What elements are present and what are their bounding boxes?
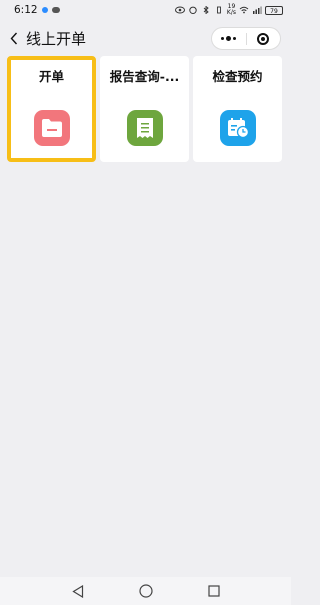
status-right: 19 K/s 79 [174, 4, 283, 16]
network-speed: 19 K/s [227, 4, 236, 16]
square-recents-icon [207, 585, 220, 597]
card-label: 开单 [38, 69, 64, 84]
bluetooth-icon [203, 6, 209, 14]
wifi-icon [239, 6, 249, 14]
nav-bar: 线上开单 [0, 22, 291, 54]
location-icon [41, 7, 48, 13]
card-report-query[interactable]: 报告查询-... [100, 56, 189, 162]
circle-home-icon [138, 584, 153, 598]
chevron-left-icon [10, 32, 18, 44]
card-exam-booking[interactable]: 检查预约 [193, 56, 282, 162]
status-left: 6:12 [14, 4, 60, 16]
signal-icon [253, 6, 262, 14]
system-nav-bar [0, 577, 291, 605]
system-back-button[interactable] [68, 581, 88, 601]
card-label: 报告查询-... [109, 69, 180, 84]
status-time: 6:12 [14, 4, 38, 16]
receipt-icon [126, 110, 163, 146]
folder-icon [33, 110, 70, 146]
page-title: 线上开单 [26, 29, 87, 48]
close-target-icon [257, 32, 270, 45]
vibrate-icon [216, 6, 221, 14]
system-recents-button[interactable] [204, 581, 224, 601]
close-button[interactable] [247, 28, 281, 49]
back-button[interactable] [4, 22, 24, 54]
calendar-clock-icon [219, 110, 256, 146]
eye-icon [174, 6, 185, 14]
card-open-order[interactable]: 开单 [7, 56, 96, 162]
card-label: 检查预约 [212, 69, 263, 84]
more-button[interactable] [212, 28, 246, 49]
status-bar: 6:12 19 K/s 79 [0, 0, 291, 20]
mini-program-capsule [211, 27, 281, 50]
battery-icon: 79 [265, 5, 283, 15]
triangle-back-icon [71, 584, 83, 598]
service-grid: 开单 报告查询-... 检查预约 [7, 56, 285, 162]
more-dots-icon [221, 36, 237, 41]
alarm-icon [189, 6, 197, 14]
network-speed-unit: K/s [226, 9, 236, 16]
system-home-button[interactable] [136, 581, 156, 601]
message-icon [51, 7, 60, 13]
